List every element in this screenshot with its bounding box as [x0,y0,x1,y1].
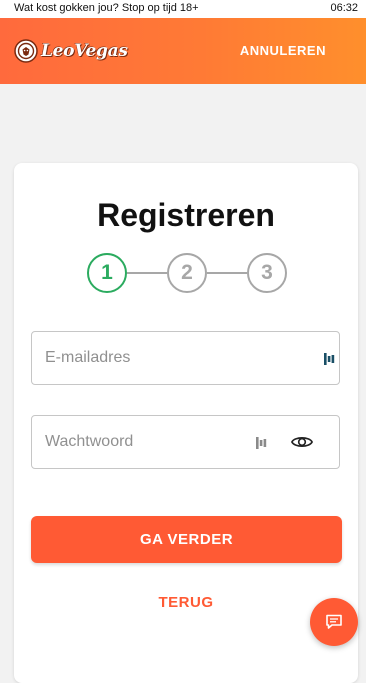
status-message: Wat kost gokken jou? Stop op tijd 18+ [14,2,199,14]
chat-button[interactable] [310,598,358,646]
email-input[interactable] [45,332,255,384]
chat-icon [326,614,342,629]
lion-head-icon [14,39,38,63]
status-time: 06:32 [330,2,358,14]
app-header: LeoVegas ANNULEREN [0,18,366,84]
status-bar: Wat kost gokken jou? Stop op tijd 18+ 06… [0,0,366,18]
cancel-button[interactable]: ANNULEREN [240,43,326,58]
email-field[interactable] [31,331,340,385]
page-title: Registreren [97,197,275,233]
logo-text: LeoVegas [41,41,128,61]
keeper-icon[interactable] [255,435,267,451]
registration-card: Registreren 1 2 3 GA VERDER TERUG [14,163,358,683]
eye-icon[interactable] [291,433,313,451]
step-connector [127,272,167,274]
step-1: 1 [87,253,127,293]
progress-stepper: 1 2 3 [87,253,287,293]
password-field[interactable] [31,415,340,469]
step-2: 2 [167,253,207,293]
leovegas-logo[interactable]: LeoVegas [14,38,128,64]
password-input[interactable] [45,416,255,468]
step-3: 3 [247,253,287,293]
step-connector [207,272,247,274]
continue-button[interactable]: GA VERDER [31,516,342,563]
keeper-icon[interactable] [323,351,335,367]
back-button[interactable]: TERUG [14,594,358,611]
